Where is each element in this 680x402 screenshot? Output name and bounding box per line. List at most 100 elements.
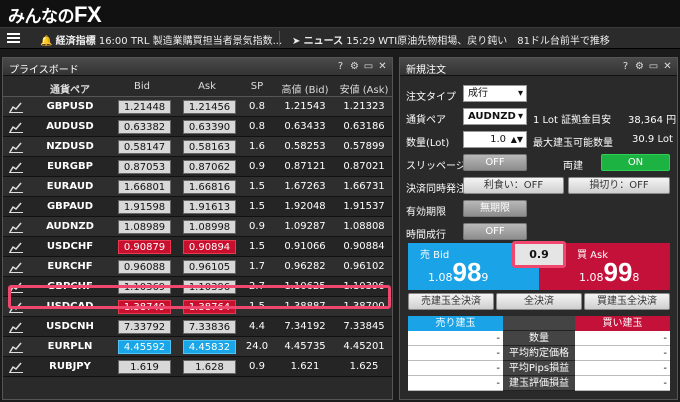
spread: 1.5 bbox=[249, 201, 265, 212]
high-bid: 1.67263 bbox=[284, 181, 326, 192]
ask-price[interactable]: 0.58163 bbox=[183, 140, 236, 154]
col-pair[interactable]: 通貨ペア bbox=[31, 81, 109, 96]
ask-price[interactable]: 0.90894 bbox=[183, 240, 236, 254]
help-icon[interactable]: ? bbox=[620, 61, 631, 72]
bid-price[interactable]: 1.66801 bbox=[118, 180, 171, 194]
sell-price-big: 98 bbox=[452, 257, 482, 287]
chart-icon[interactable] bbox=[9, 142, 23, 153]
chart-icon[interactable] bbox=[9, 182, 23, 193]
econ-label: 経済指標 bbox=[55, 36, 96, 47]
slippage-toggle[interactable]: OFF bbox=[463, 154, 527, 171]
ask-price[interactable]: 4.45832 bbox=[183, 340, 236, 354]
pair-select[interactable]: AUDNZD ▾ bbox=[463, 108, 527, 125]
qty-value: 1.0 bbox=[490, 134, 506, 145]
table-row[interactable]: AUDNZD 1.08989 1.08998 0.9 1.09287 1.08808 bbox=[3, 217, 392, 237]
bid-price[interactable]: 0.58147 bbox=[118, 140, 171, 154]
ask-price[interactable]: 1.21456 bbox=[183, 100, 236, 114]
ask-price[interactable]: 0.87062 bbox=[183, 160, 236, 174]
settle-all-sell-button[interactable]: 売建玉全決済 bbox=[408, 293, 494, 310]
sell-position-value: - bbox=[408, 361, 503, 376]
app-header: みんなのFX bbox=[0, 0, 680, 27]
bid-price[interactable]: 1.21448 bbox=[118, 100, 171, 114]
table-row[interactable]: USDCNH 7.33792 7.33836 4.4 7.34192 7.33845 bbox=[3, 317, 392, 337]
close-icon[interactable]: ✕ bbox=[662, 61, 673, 72]
app-logo[interactable]: みんなのFX bbox=[8, 2, 102, 28]
time-toggle[interactable]: OFF bbox=[463, 223, 527, 240]
econ-text: 16:00 TRL 製造業購買担当者景気指数... bbox=[98, 36, 283, 47]
help-icon[interactable]: ? bbox=[335, 61, 346, 72]
high-bid: 0.58253 bbox=[284, 141, 326, 152]
minimize-icon[interactable]: ▭ bbox=[363, 61, 374, 72]
table-row[interactable]: GBPAUD 1.91598 1.91613 1.5 1.92048 1.91537 bbox=[3, 197, 392, 217]
ask-price[interactable]: 0.96105 bbox=[183, 260, 236, 274]
bid-price[interactable]: 0.90879 bbox=[118, 240, 171, 254]
col-ask[interactable]: Ask bbox=[178, 81, 236, 92]
chart-icon[interactable] bbox=[9, 262, 23, 273]
take-profit-button[interactable]: 利食い：OFF bbox=[463, 177, 564, 194]
col-low[interactable]: 安値 (Ask) bbox=[337, 81, 391, 96]
chart-icon[interactable] bbox=[9, 322, 23, 333]
expiry-button[interactable]: 無期限 bbox=[463, 200, 527, 217]
chart-icon[interactable] bbox=[9, 162, 23, 173]
table-row[interactable]: EURPLN 4.45592 4.45832 24.0 4.45735 4.45201 bbox=[3, 337, 392, 357]
settle-all-button[interactable]: 全決済 bbox=[496, 293, 582, 310]
table-row[interactable]: NZDUSD 0.58147 0.58163 1.6 0.58253 0.57899 bbox=[3, 137, 392, 157]
high-bid: 1.92048 bbox=[284, 201, 326, 212]
bid-price[interactable]: 1.91598 bbox=[118, 200, 171, 214]
bid-price[interactable]: 1.619 bbox=[118, 360, 171, 374]
quantity-stepper[interactable]: 1.0 ▲▼ bbox=[463, 131, 527, 148]
ticker-divider bbox=[279, 31, 280, 46]
bid-price[interactable]: 1.08989 bbox=[118, 220, 171, 234]
both-toggle[interactable]: ON bbox=[601, 154, 670, 171]
bid-price[interactable]: 0.96088 bbox=[118, 260, 171, 274]
close-icon[interactable]: ✕ bbox=[377, 61, 388, 72]
table-row[interactable]: RUBJPY 1.619 1.628 0.9 1.621 1.625 bbox=[3, 357, 392, 377]
chart-icon[interactable] bbox=[9, 242, 23, 253]
col-sp[interactable]: SP bbox=[242, 81, 272, 92]
settle-all-buy-button[interactable]: 買建玉全決済 bbox=[584, 293, 670, 310]
buy-position-value: - bbox=[575, 361, 670, 376]
bid-price[interactable]: 7.33792 bbox=[118, 320, 171, 334]
selected-row-highlight bbox=[8, 285, 391, 309]
chart-icon[interactable] bbox=[9, 202, 23, 213]
ask-price[interactable]: 1.91613 bbox=[183, 200, 236, 214]
ask-price[interactable]: 7.33836 bbox=[183, 320, 236, 334]
econ-indicator[interactable]: 🔔 経済指標 16:00 TRL 製造業購買担当者景気指数... bbox=[40, 32, 282, 47]
table-row[interactable]: USDCHF 0.90879 0.90894 1.5 0.91066 0.90884 bbox=[3, 237, 392, 257]
bid-price[interactable]: 0.63382 bbox=[118, 120, 171, 134]
buy-price: 1.08998 bbox=[579, 257, 639, 288]
minimize-icon[interactable]: ▭ bbox=[648, 61, 659, 72]
order-title: 新規注文 bbox=[406, 65, 446, 76]
table-row[interactable]: EURCHF 0.96088 0.96105 1.7 0.96282 0.96102 bbox=[3, 257, 392, 277]
buy-price-big: 99 bbox=[603, 257, 633, 287]
ask-price[interactable]: 1.66816 bbox=[183, 180, 236, 194]
stepper-icon[interactable]: ▲▼ bbox=[511, 132, 523, 147]
ask-price[interactable]: 1.628 bbox=[183, 360, 236, 374]
gear-icon[interactable]: ⚙ bbox=[634, 61, 645, 72]
chart-icon[interactable] bbox=[9, 342, 23, 353]
col-bid[interactable]: Bid bbox=[113, 81, 171, 92]
table-row[interactable]: AUDUSD 0.63382 0.63390 0.8 0.63433 0.63186 bbox=[3, 117, 392, 137]
chart-icon[interactable] bbox=[9, 102, 23, 113]
spread: 1.7 bbox=[249, 261, 265, 272]
menu-icon[interactable] bbox=[7, 33, 20, 43]
chart-icon[interactable] bbox=[9, 222, 23, 233]
gear-icon[interactable]: ⚙ bbox=[349, 61, 360, 72]
order-type-select[interactable]: 成行 ▾ bbox=[463, 85, 527, 102]
bid-price[interactable]: 0.87053 bbox=[118, 160, 171, 174]
low-ask: 1.08808 bbox=[343, 221, 385, 232]
table-row[interactable]: EURAUD 1.66801 1.66816 1.5 1.67263 1.66731 bbox=[3, 177, 392, 197]
chart-icon[interactable] bbox=[9, 122, 23, 133]
table-row[interactable]: EURGBP 0.87053 0.87062 0.9 0.87121 0.87021 bbox=[3, 157, 392, 177]
low-ask: 1.625 bbox=[349, 361, 379, 372]
ask-price[interactable]: 0.63390 bbox=[183, 120, 236, 134]
chart-icon[interactable] bbox=[9, 362, 23, 373]
news-item[interactable]: ➤ ニュース 15:29 WTI原油先物相場、戻り鈍い 81ドル台前半で推移 bbox=[292, 32, 610, 47]
table-row[interactable]: GBPUSD 1.21448 1.21456 0.8 1.21543 1.21323 bbox=[3, 97, 392, 117]
spread: 1.6 bbox=[249, 141, 265, 152]
spread: 0.9 bbox=[249, 161, 265, 172]
ask-price[interactable]: 1.08998 bbox=[183, 220, 236, 234]
col-high[interactable]: 高値 (Bid) bbox=[275, 81, 335, 96]
bid-price[interactable]: 4.45592 bbox=[118, 340, 171, 354]
stop-loss-button[interactable]: 損切り：OFF bbox=[568, 177, 670, 194]
